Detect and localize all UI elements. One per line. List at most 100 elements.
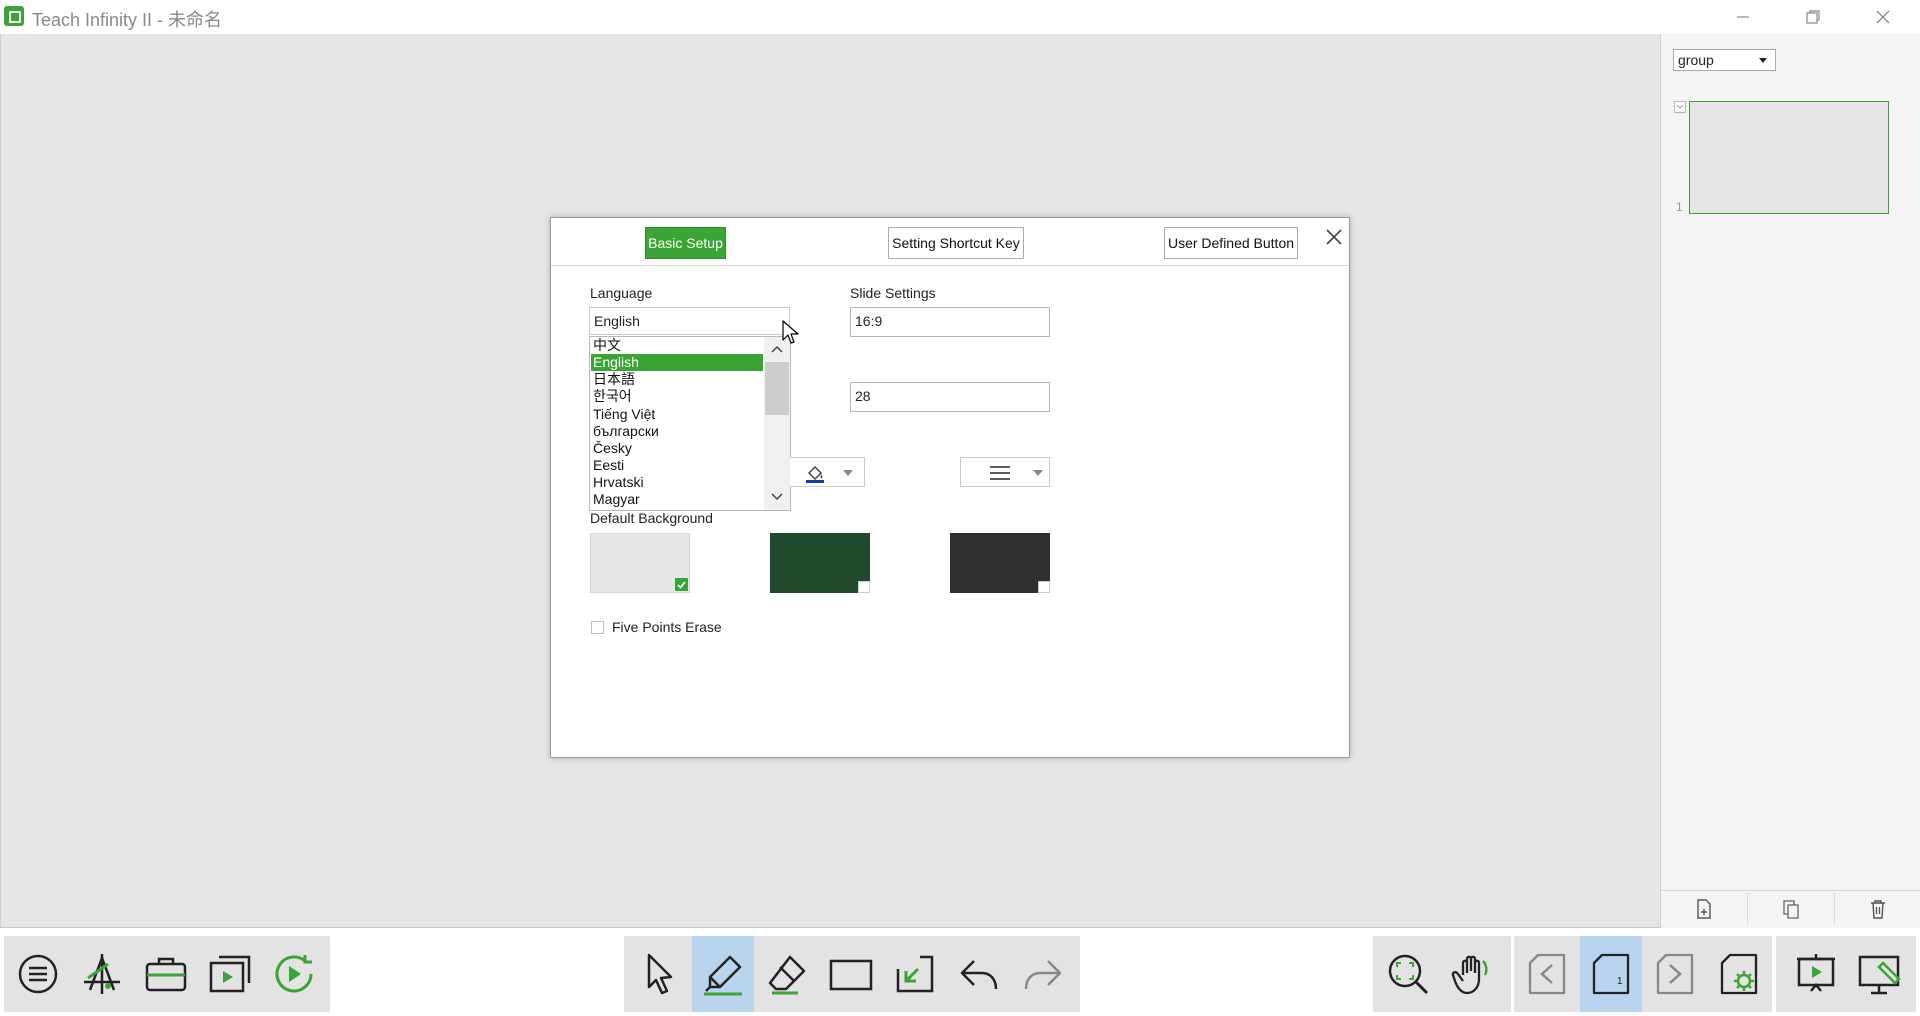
language-label: Language [590,285,653,301]
checkmark-icon [675,578,688,591]
rectangle-button[interactable] [820,936,882,1012]
delete-page-button[interactable] [1835,890,1920,928]
language-select[interactable]: English [589,307,790,335]
next-page-button[interactable] [1644,936,1706,1012]
chevron-up-icon [771,345,783,353]
language-option[interactable]: Česky [591,440,763,457]
chevron-down-icon [1033,470,1043,476]
minimize-button[interactable] [1713,0,1773,34]
minimize-icon [1737,16,1749,18]
dialog-close-button[interactable] [1322,225,1346,249]
mouse-cursor-icon [782,320,799,344]
delete-page-icon [1871,900,1885,919]
tab-setting-shortcut-key[interactable]: Setting Shortcut Key [888,227,1024,259]
close-icon [1876,10,1890,24]
restore-button[interactable] [1783,0,1843,34]
language-option-selected[interactable]: English [591,354,763,371]
media-icon [209,955,251,993]
current-page-number: 1 [1617,976,1623,987]
next-page-icon [1656,953,1694,995]
group-select[interactable]: group [1673,49,1776,71]
page-settings-button[interactable] [1708,936,1770,1012]
desktop-annotate-icon [1858,955,1901,995]
redo-button[interactable] [1012,936,1074,1012]
language-option[interactable]: Magyar [591,491,763,508]
current-page-icon [1592,953,1630,995]
pan-button[interactable] [1441,936,1503,1012]
toolbox-button[interactable] [135,936,197,1012]
slide-ratio-select[interactable]: 16:9 [850,307,1050,337]
size-input[interactable]: 28 [850,382,1050,412]
title-bar [0,0,1920,34]
slide-collapse-toggle[interactable] [1674,101,1686,113]
pen-button[interactable] [692,936,754,1012]
hand-pan-icon [1451,955,1488,995]
copy-page-button[interactable] [1748,890,1834,928]
presentation-button[interactable] [1785,936,1847,1012]
language-option[interactable]: български [591,423,763,440]
undo-icon [960,960,998,990]
select-arrow-icon [647,953,673,995]
page-settings-icon [1720,953,1758,995]
chevron-down-icon [1759,58,1767,63]
current-page-button[interactable]: 1 [1580,936,1642,1012]
default-background-label: Default Background [590,510,713,526]
undo-button[interactable] [948,936,1010,1012]
previous-page-icon [1528,953,1566,995]
close-window-button[interactable] [1853,0,1913,34]
media-button[interactable] [199,936,261,1012]
add-page-button[interactable] [1661,890,1747,928]
language-option[interactable]: 日本語 [591,371,763,388]
language-select-value: English [594,313,640,329]
dialog-header-divider [551,265,1349,266]
language-option[interactable]: 한국어 [591,388,763,405]
presentation-icon [1797,954,1835,992]
unchecked-box [1038,581,1050,593]
chevron-down-icon [843,470,853,476]
five-points-erase-label: Five Points Erase [612,619,722,635]
playback-icon [275,955,313,993]
toolbox-icon [145,957,187,992]
eraser-button[interactable] [756,936,818,1012]
desktop-annotate-button[interactable] [1849,936,1911,1012]
pen-icon [704,955,742,996]
geometry-tools-button[interactable] [71,936,133,1012]
window-title: Teach Infinity II - 未命名 [32,10,223,30]
rectangle-icon [829,959,873,991]
fill-color-icon [806,465,824,483]
main-menu-button[interactable] [7,936,69,1012]
slide-settings-label: Slide Settings [850,285,936,301]
restore-icon [1806,10,1820,24]
menu-icon [18,954,58,994]
tab-basic-setup[interactable]: Basic Setup [645,227,726,259]
size-value: 28 [855,388,871,404]
background-swatch-dark[interactable] [950,533,1050,593]
background-swatch-light[interactable] [590,533,690,593]
slide-ratio-value: 16:9 [855,313,883,329]
five-points-erase-checkbox[interactable] [591,621,604,634]
chevron-down-icon [771,493,783,501]
background-swatch-green[interactable] [770,533,870,593]
scroll-down-button[interactable] [764,488,790,506]
line-style-dropdown[interactable] [960,457,1050,487]
language-option[interactable]: Eesti [591,457,763,474]
slide-number: 1 [1676,200,1683,214]
line-width-icon [990,466,1010,480]
chevron-down-icon [1676,104,1684,109]
language-option[interactable]: Hrvatski [591,474,763,491]
language-option[interactable]: Tiếng Việt [591,406,763,423]
language-option[interactable]: 中文 [591,337,763,354]
playback-button[interactable] [263,936,325,1012]
scrollbar-thumb[interactable] [765,362,789,415]
pen-color-dropdown[interactable] [790,457,865,487]
insert-button[interactable] [884,936,946,1012]
slide-thumbnail[interactable] [1689,101,1889,214]
eraser-icon [768,955,806,995]
insert-icon [896,955,934,993]
previous-page-button[interactable] [1516,936,1578,1012]
select-button[interactable] [628,936,690,1012]
group-select-value: group [1678,52,1714,68]
tab-user-defined-button[interactable]: User Defined Button [1164,227,1298,259]
zoom-button[interactable] [1377,936,1439,1012]
zoom-icon [1388,954,1429,995]
